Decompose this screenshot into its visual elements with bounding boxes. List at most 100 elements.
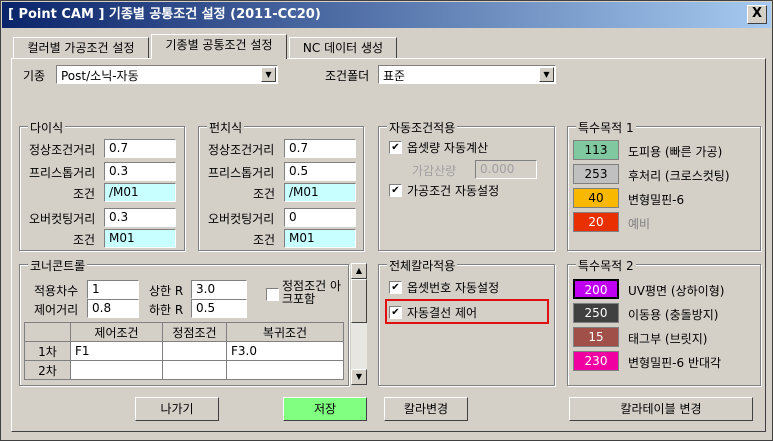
arc-label: 정점조건 아크포함 (282, 279, 342, 306)
table-row-header: 2차 (24, 360, 71, 380)
die-over-label: 오버컷팅거리 (29, 212, 96, 226)
corner-apply-label: 적용차수 (34, 284, 79, 298)
special2-item-label: 이동용 (충돌방지) (628, 308, 719, 322)
punch-free-input[interactable]: 0.5 (284, 162, 356, 181)
tab-model-common[interactable]: 기종별 공통조건 설정 (151, 34, 287, 59)
punch-free-label: 프리스톱거리 (208, 166, 275, 180)
add-label: 가감산량 (412, 164, 457, 178)
chevron-down-icon[interactable]: ▼ (261, 67, 276, 82)
color-apply-group-title: 전체칼라적용 (387, 257, 458, 274)
scroll-down-icon[interactable]: ▼ (351, 369, 367, 385)
die-free-label: 프리스톱거리 (29, 166, 96, 180)
corner-ctrl-input[interactable]: 0.8 (87, 299, 139, 318)
offset-auto-checkbox[interactable]: ✔ (389, 141, 402, 154)
die-over-input[interactable]: 0.3 (104, 208, 176, 227)
special2-swatch[interactable]: 230 (573, 351, 619, 371)
folder-select[interactable]: 표준 ▼ (378, 65, 556, 84)
special2-swatch[interactable]: 200 (573, 279, 619, 299)
tab-label: 컬러별 가공조건 설정 (27, 41, 135, 55)
model-select[interactable]: Post/소닉-자동 ▼ (56, 65, 278, 84)
table-header: 복귀조건 (226, 322, 344, 342)
punch-over-label: 오버컷팅거리 (208, 212, 275, 226)
punch-cond1-label: 조건 (253, 187, 276, 201)
tab-color-process[interactable]: 컬러별 가공조건 설정 (13, 37, 149, 59)
special1-item-label: 후처리 (크로스컷팅) (628, 169, 730, 183)
table-cell[interactable] (162, 341, 227, 361)
window-title: [ Point CAM ] 기종별 공통조건 설정 (2011-CC20) (8, 7, 321, 22)
table-header: 정점조건 (162, 322, 227, 342)
color-table-button[interactable]: 칼라테이블 변경 (569, 397, 753, 421)
offset-auto-label: 옵셋량 자동계산 (407, 141, 489, 155)
table-cell[interactable]: F3.0 (226, 341, 344, 361)
corner-ctrl-label: 제어거리 (34, 303, 79, 317)
vertical-scrollbar[interactable]: ▲ ▼ (351, 263, 367, 385)
chevron-down-icon[interactable]: ▼ (539, 67, 554, 82)
corner-lower-label: 하한 R (149, 303, 184, 317)
table-header (24, 322, 71, 342)
special1-item-label: 예비 (628, 217, 651, 231)
die-normal-label: 정상조건거리 (29, 143, 96, 157)
table-row-header: 1차 (24, 341, 71, 361)
add-input[interactable]: 0.000 (475, 160, 537, 179)
special2-swatch[interactable]: 250 (573, 303, 619, 323)
table-cell[interactable]: F1 (70, 341, 163, 361)
special2-item-label: 태그부 (브릿지) (628, 332, 708, 346)
dialog-window: [ Point CAM ] 기종별 공통조건 설정 (2011-CC20) X … (0, 0, 773, 441)
proc-auto-checkbox[interactable]: ✔ (389, 184, 402, 197)
special1-swatch[interactable]: 40 (573, 188, 619, 208)
arc-checkbox[interactable] (266, 288, 279, 301)
punch-cond1-input[interactable]: /M01 (284, 183, 356, 202)
auto-group-title: 자동조건적용 (387, 119, 458, 136)
special2-item-label: UV평면 (상하이형) (628, 284, 725, 298)
special1-swatch[interactable]: 20 (573, 212, 619, 232)
special2-group-title: 특수목적 2 (576, 257, 636, 274)
title-bar: [ Point CAM ] 기종별 공통조건 설정 (2011-CC20) X (2, 2, 771, 28)
punch-over-input[interactable]: 0 (284, 208, 356, 227)
punch-cond2-label: 조건 (253, 233, 276, 247)
die-cond1-input[interactable]: /M01 (104, 183, 176, 202)
folder-label: 조건폴더 (325, 69, 370, 83)
corner-group-title: 코너콘트롤 (28, 257, 88, 274)
table-cell[interactable] (162, 360, 227, 380)
corner-lower-input[interactable]: 0.5 (191, 299, 247, 318)
die-cond1-label: 조건 (73, 187, 96, 201)
proc-auto-label: 가공조건 자동설정 (407, 184, 500, 198)
tab-nc-data[interactable]: NC 데이터 생성 (289, 37, 397, 59)
model-label: 기종 (23, 69, 46, 83)
special1-swatch[interactable]: 253 (573, 164, 619, 184)
model-select-value: Post/소닉-자동 (61, 69, 139, 83)
folder-select-value: 표준 (383, 69, 406, 83)
special1-swatch[interactable]: 113 (573, 140, 619, 160)
table-row: 1차 F1 F3.0 (24, 341, 344, 361)
corner-upper-input[interactable]: 3.0 (191, 280, 247, 299)
punch-normal-input[interactable]: 0.7 (284, 139, 356, 158)
table-header: 제어조건 (70, 322, 163, 342)
punch-normal-label: 정상조건거리 (208, 143, 275, 157)
special2-swatch[interactable]: 15 (573, 327, 619, 347)
punch-cond2-input[interactable]: M01 (284, 229, 356, 248)
highlight-box (385, 299, 549, 324)
special1-group-title: 특수목적 1 (576, 119, 636, 136)
corner-table: 제어조건 정점조건 복귀조건 1차 F1 F3.0 2차 (24, 322, 344, 380)
exit-button[interactable]: 나가기 (135, 397, 219, 421)
offset-num-checkbox[interactable]: ✔ (389, 281, 402, 294)
tab-label: 기종별 공통조건 설정 (165, 38, 273, 52)
close-button[interactable]: X (747, 5, 767, 24)
tab-label: NC 데이터 생성 (302, 41, 384, 55)
die-free-input[interactable]: 0.3 (104, 162, 176, 181)
corner-apply-input[interactable]: 1 (87, 280, 139, 299)
save-button[interactable]: 저장 (283, 397, 367, 421)
die-cond2-input[interactable]: M01 (104, 229, 176, 248)
special1-item-label: 변형밀핀-6 (628, 193, 685, 207)
scroll-up-icon[interactable]: ▲ (351, 263, 367, 279)
color-change-button[interactable]: 칼라변경 (384, 397, 468, 421)
scroll-thumb[interactable] (351, 279, 367, 323)
table-cell[interactable] (70, 360, 163, 380)
table-cell[interactable] (226, 360, 344, 380)
die-normal-input[interactable]: 0.7 (104, 139, 176, 158)
die-group-title: 다이식 (28, 119, 66, 136)
table-header-row: 제어조건 정점조건 복귀조건 (24, 322, 344, 342)
corner-upper-label: 상한 R (149, 284, 184, 298)
table-row: 2차 (24, 360, 344, 380)
special1-item-label: 도피용 (빠른 가공) (628, 145, 723, 159)
